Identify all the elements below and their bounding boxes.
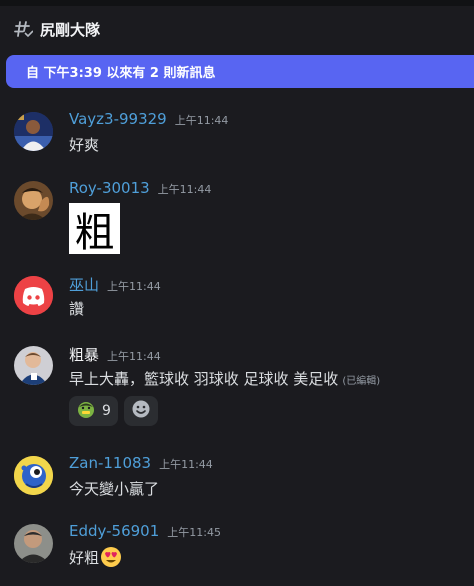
avatar[interactable] bbox=[14, 181, 53, 220]
message-timestamp: 上午11:44 bbox=[174, 114, 229, 127]
channel-header: 尻剛大隊 bbox=[0, 6, 474, 52]
message-text-row: 好粗 bbox=[69, 546, 122, 568]
message-author[interactable]: 粗暴 bbox=[69, 344, 99, 365]
message-text-row: 早上大轟，籃球收 羽球收 足球收 美足收 (已編輯) bbox=[69, 368, 380, 389]
edited-label: (已編輯) bbox=[342, 376, 381, 387]
message-text: 好粗 bbox=[69, 548, 100, 567]
message-timestamp: 上午11:45 bbox=[167, 526, 221, 539]
channel-name: 尻剛大隊 bbox=[40, 20, 101, 39]
avatar[interactable] bbox=[14, 112, 53, 151]
avatar[interactable] bbox=[14, 346, 53, 385]
message-author[interactable]: Vayz3-99329 bbox=[69, 110, 167, 128]
reaction-count: 9 bbox=[102, 403, 111, 419]
message-text: 好爽 bbox=[69, 136, 100, 154]
avatar[interactable] bbox=[14, 276, 53, 315]
message-timestamp: 上午11:44 bbox=[159, 458, 213, 471]
new-messages-text: 自 下午3:39 以來有 2 則新訊息 bbox=[26, 66, 216, 81]
message-author[interactable]: Roy-30013 bbox=[69, 179, 150, 197]
reactions-bar: 9 bbox=[69, 396, 164, 426]
message-text: 讚 bbox=[69, 300, 85, 318]
add-reaction-button[interactable] bbox=[123, 396, 158, 426]
add-reaction-icon bbox=[131, 399, 151, 423]
message-author[interactable]: Zan-11083 bbox=[69, 454, 151, 472]
avatar[interactable] bbox=[14, 524, 53, 563]
message-timestamp: 上午11:44 bbox=[107, 350, 161, 363]
message-timestamp: 上午11:44 bbox=[157, 183, 212, 196]
heart-eyes-emoji-icon bbox=[100, 546, 122, 568]
discord-logo-icon bbox=[14, 276, 53, 315]
message-author[interactable]: Eddy-56901 bbox=[69, 522, 159, 540]
message-text: 今天變小贏了 bbox=[69, 480, 160, 498]
message-timestamp: 上午11:44 bbox=[107, 280, 161, 293]
hulk-emoji-icon bbox=[76, 399, 96, 423]
message-text: 早上大轟，籃球收 羽球收 足球收 美足收 bbox=[69, 370, 339, 388]
threads-icon[interactable] bbox=[12, 18, 34, 40]
reaction-button[interactable]: 9 bbox=[69, 396, 118, 426]
attached-image[interactable]: 粗 bbox=[69, 203, 120, 256]
new-messages-banner[interactable]: 自 下午3:39 以來有 2 則新訊息 bbox=[6, 55, 474, 88]
message-author[interactable]: 巫山 bbox=[69, 274, 99, 295]
avatar[interactable] bbox=[14, 456, 53, 495]
